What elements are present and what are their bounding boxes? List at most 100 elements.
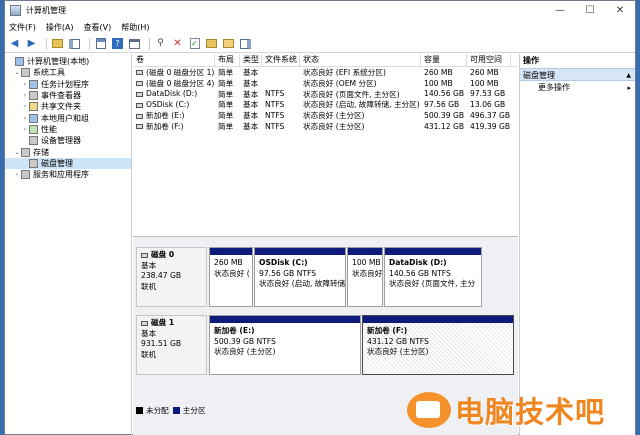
minimize-button[interactable]: — — [545, 1, 575, 20]
partition-efi[interactable]: 260 MB 状态良好 ( — [209, 247, 253, 307]
computer-management-icon — [10, 5, 21, 16]
volume-free-space: 496.37 GB — [470, 111, 511, 121]
services-icon — [21, 170, 30, 180]
watermark: 电脑技术吧 — [407, 389, 605, 431]
properties-icon[interactable] — [94, 37, 107, 50]
volume-capacity: 431.12 GB — [424, 121, 465, 131]
menu-file[interactable]: 文件(F) — [9, 22, 36, 33]
menu-help[interactable]: 帮助(H) — [121, 22, 149, 33]
column-header-layout[interactable]: 布局 — [215, 54, 240, 66]
tree-toggle[interactable]: › — [13, 171, 21, 178]
table-row[interactable]: 新加卷 (F:) 简单 基本 NTFS 状态良好 (主分区) 431.12 GB… — [133, 121, 518, 132]
column-header-type[interactable]: 类型 — [240, 54, 262, 66]
partition-size: 100 MB — [352, 258, 381, 267]
disk-icon — [141, 252, 148, 258]
tree-toggle[interactable]: › — [21, 81, 29, 88]
storage-icon — [21, 147, 30, 157]
partition-status: 状态良好 — [352, 268, 382, 278]
shared-folder-icon — [29, 102, 38, 112]
partition-datadisk-d[interactable]: DataDisk (D:) 140.56 GB NTFS 状态良好 (页面文件,… — [384, 247, 482, 307]
tree-item-event-viewer[interactable]: › 事件查看器 — [5, 90, 131, 101]
tree-toggle[interactable]: › — [21, 92, 29, 99]
disk-name: 磁盘 0 — [141, 250, 202, 261]
partition-new-volume-e[interactable]: 新加卷 (E:) 500.39 GB NTFS 状态良好 (主分区) — [209, 315, 361, 375]
partition-size: 140.56 GB NTFS — [389, 268, 451, 278]
column-header-status[interactable]: 状态 — [300, 54, 421, 66]
performance-icon — [29, 124, 38, 134]
volume-name: 新加卷 (F:) — [146, 121, 184, 131]
view-icon[interactable] — [239, 37, 252, 50]
menu-action[interactable]: 操作(A) — [46, 22, 74, 33]
actions-disk-management[interactable]: 磁盘管理 ▲ — [520, 68, 635, 81]
table-row[interactable]: DataDisk (D:) 简单 基本 NTFS 状态良好 (页面文件, 主分区… — [133, 89, 518, 100]
tree-item-label: 服务和应用程序 — [33, 170, 89, 180]
new-folder-icon[interactable] — [222, 37, 235, 50]
toolbar: ◀ ▶ ? ⚲ ✕ ✓ — [5, 35, 635, 53]
disk-0-label[interactable]: 磁盘 0 基本 238.47 GB 联机 — [136, 247, 207, 307]
table-row[interactable]: (磁盘 0 磁盘分区 4) 简单 基本 状态良好 (OEM 分区) 100 MB… — [133, 78, 518, 89]
back-arrow-icon[interactable]: ◀ — [8, 37, 21, 50]
volume-filesystem: NTFS — [265, 121, 285, 131]
tree-item-local-users[interactable]: › 本地用户和组 — [5, 112, 131, 123]
volume-capacity: 97.56 GB — [424, 100, 460, 110]
export-list-icon[interactable] — [128, 37, 141, 50]
volume-status: 状态良好 (EFI 系统分区) — [303, 67, 386, 77]
maximize-button[interactable]: ☐ — [575, 1, 605, 20]
tree-item-system-tools[interactable]: ⌄ 系统工具 — [5, 67, 131, 78]
check-icon[interactable]: ✓ — [188, 37, 201, 50]
tree-item-services-apps[interactable]: › 服务和应用程序 — [5, 169, 131, 180]
volume-type: 基本 — [243, 89, 259, 99]
volume-name: (磁盘 0 磁盘分区 4) — [146, 78, 215, 88]
watermark-logo-icon — [407, 392, 451, 428]
forward-arrow-icon[interactable]: ▶ — [25, 37, 38, 50]
volume-name: DataDisk (D:) — [146, 89, 198, 99]
partition-oem[interactable]: 100 MB 状态良好 — [347, 247, 383, 307]
partition-size: 500.39 GB NTFS — [214, 336, 276, 346]
column-header-volume[interactable]: 卷 — [133, 54, 215, 66]
volume-layout: 简单 — [218, 89, 234, 99]
table-row[interactable]: (磁盘 0 磁盘分区 1) 简单 基本 状态良好 (EFI 系统分区) 260 … — [133, 67, 518, 78]
disk-size: 238.47 GB — [141, 271, 182, 280]
menu-view[interactable]: 查看(V) — [84, 22, 112, 33]
delete-icon[interactable]: ✕ — [171, 37, 184, 50]
connect-icon[interactable]: ⚲ — [154, 37, 167, 50]
partition-new-volume-f[interactable]: 新加卷 (F:) 431.12 GB NTFS 状态良好 (主分区) — [362, 315, 514, 375]
disk-size: 931.51 GB — [141, 339, 182, 348]
tree-item-disk-management[interactable]: 磁盘管理 — [5, 157, 131, 169]
tree-toggle[interactable]: ⌄ — [13, 69, 21, 76]
column-header-capacity[interactable]: 容量 — [421, 54, 467, 66]
show-tree-icon[interactable] — [68, 37, 81, 50]
table-row[interactable]: OSDisk (C:) 简单 基本 NTFS 状态良好 (启动, 故障转储, 主… — [133, 99, 518, 110]
column-header-free-space[interactable]: 可用空间 — [467, 54, 511, 66]
help-icon[interactable]: ? — [111, 37, 124, 50]
legend-swatch — [136, 407, 143, 414]
tree-item-device-manager[interactable]: 设备管理器 — [5, 135, 131, 146]
tree-item-computer-management[interactable]: 计算机管理(本地) — [5, 56, 131, 67]
partition-status: 状态良好 (启动, 故障转储 — [259, 279, 345, 288]
tree-toggle[interactable]: › — [21, 103, 29, 110]
tree-toggle[interactable]: › — [21, 126, 29, 133]
tree-toggle[interactable]: ⌄ — [13, 149, 21, 156]
volume-filesystem: NTFS — [265, 89, 285, 99]
table-row[interactable]: 新加卷 (E:) 简单 基本 NTFS 状态良好 (主分区) 500.39 GB… — [133, 110, 518, 121]
volume-icon — [136, 70, 143, 76]
up-folder-icon[interactable] — [51, 37, 64, 50]
more-actions[interactable]: 更多操作 ▸ — [520, 81, 635, 95]
column-header-filesystem[interactable]: 文件系统 — [262, 54, 300, 66]
volume-layout: 简单 — [218, 100, 234, 110]
tree-toggle[interactable]: › — [21, 115, 29, 122]
tree-item-performance[interactable]: › 性能 — [5, 124, 131, 135]
tree-item-label: 本地用户和组 — [41, 113, 89, 123]
disk-name: 磁盘 1 — [141, 318, 202, 329]
collapse-arrow-icon[interactable]: ▲ — [626, 69, 631, 80]
tree-item-storage[interactable]: ⌄ 存储 — [5, 146, 131, 157]
partition-name: DataDisk (D:) — [389, 258, 447, 267]
volume-free-space: 260 MB — [470, 67, 499, 77]
folder-search-icon[interactable] — [205, 37, 218, 50]
volume-type: 基本 — [243, 111, 259, 121]
tree-item-shared-folders[interactable]: › 共享文件夹 — [5, 101, 131, 112]
tree-item-task-scheduler[interactable]: › 任务计划程序 — [5, 79, 131, 90]
disk-1-label[interactable]: 磁盘 1 基本 931.51 GB 联机 — [136, 315, 207, 375]
close-button[interactable]: ✕ — [605, 1, 635, 20]
partition-osdisk-c[interactable]: OSDisk (C:) 97.56 GB NTFS 状态良好 (启动, 故障转储 — [254, 247, 346, 307]
